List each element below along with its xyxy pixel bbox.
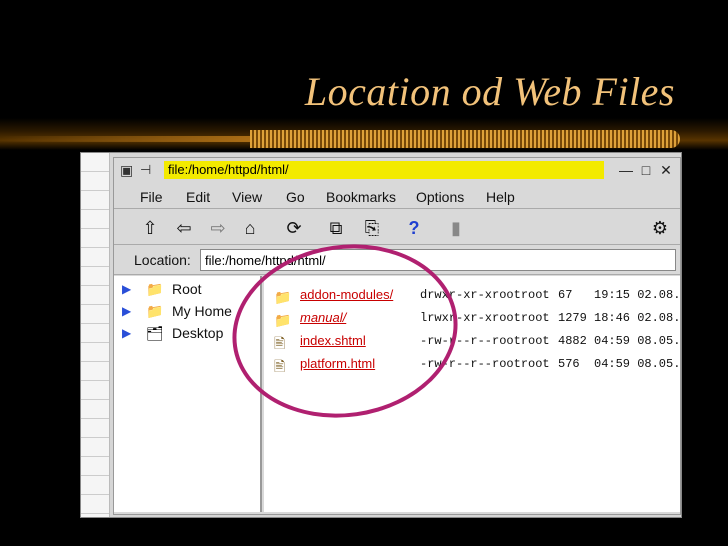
menu-go[interactable]: Go (286, 189, 305, 205)
home-icon[interactable]: ⌂ (238, 216, 262, 240)
menu-help[interactable]: Help (486, 189, 515, 205)
tree-item-label: Root (172, 281, 202, 297)
menu-view[interactable]: View (232, 189, 262, 205)
menu-edit[interactable]: Edit (186, 189, 210, 205)
decorative-stripes (0, 130, 680, 148)
back-arrow-icon[interactable]: ⇦ (172, 216, 196, 240)
maximize-icon[interactable]: □ (638, 162, 654, 178)
copy-icon[interactable]: ⧉ (324, 216, 348, 240)
file-size: 1279 (558, 311, 587, 325)
expand-arrow-icon[interactable]: ▶ (122, 282, 131, 296)
folder-icon: 📁 (146, 303, 164, 319)
menu-options[interactable]: Options (416, 189, 464, 205)
file-size: 67 (558, 288, 573, 302)
file-date: 19:15 02.08.20 (594, 288, 681, 302)
minimize-icon[interactable]: — (618, 162, 634, 178)
location-input[interactable] (200, 249, 676, 271)
location-label: Location: (134, 252, 191, 268)
help-icon[interactable]: ? (402, 216, 426, 240)
tree-item-root[interactable]: ▶ 📁 Root (122, 280, 258, 300)
expand-arrow-icon[interactable]: ▶ (122, 326, 131, 340)
title-bar: ▣ ⊣ file:/home/httpd/html/ — □ ✕ (114, 158, 680, 182)
reload-icon[interactable]: ⟳ (282, 216, 306, 240)
toolbar: ⇧ ⇦ ⇨ ⌂ ⟳ ⧉ ⎘ ? ▮ ⚙ (114, 212, 680, 245)
pin-icon[interactable]: ⊣ (140, 161, 158, 179)
expand-arrow-icon[interactable]: ▶ (122, 304, 131, 318)
paste-icon[interactable]: ⎘ (360, 216, 384, 240)
slide-title: Location od Web Files (304, 69, 675, 114)
left-panel-strip (81, 153, 110, 517)
strip-lines (81, 153, 109, 517)
desktop-folder-icon: 🗂 (146, 325, 164, 341)
window-menu-icon[interactable]: ▣ (120, 162, 136, 178)
menu-bookmarks[interactable]: Bookmarks (326, 189, 396, 205)
file-size: 576 (558, 357, 580, 371)
settings-gear-icon[interactable]: ⚙ (648, 216, 672, 240)
trash-icon[interactable]: ▮ (444, 216, 468, 240)
forward-arrow-icon[interactable]: ⇨ (206, 216, 230, 240)
close-icon[interactable]: ✕ (658, 162, 674, 178)
folder-icon: 📁 (146, 281, 164, 297)
menu-file[interactable]: File (140, 189, 163, 205)
menu-bar: File Edit View Go Bookmarks Options Help (114, 186, 680, 209)
title-path-field: file:/home/httpd/html/ (164, 161, 604, 179)
tree-item-label: Desktop (172, 325, 224, 341)
file-date: 04:59 08.05.20 (594, 334, 681, 348)
up-arrow-icon[interactable]: ⇧ (138, 216, 162, 240)
file-date: 04:59 08.05.20 (594, 357, 681, 371)
tree-item-label: My Home (172, 303, 232, 319)
file-date: 18:46 02.08.20 (594, 311, 681, 325)
file-size: 4882 (558, 334, 587, 348)
